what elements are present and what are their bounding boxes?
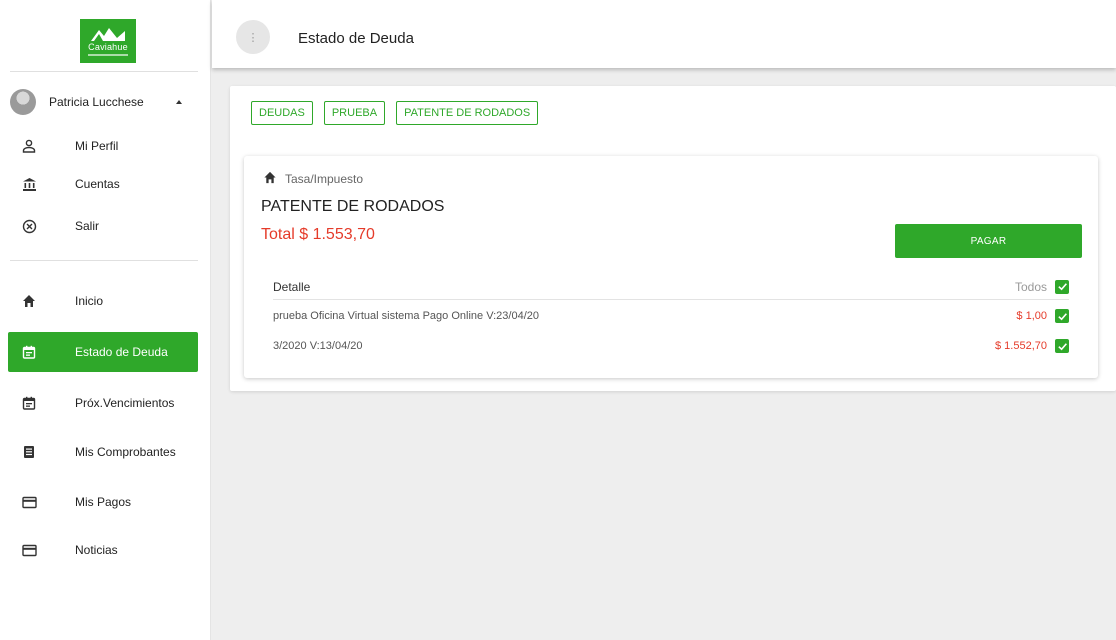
nav-item-label: Próx.Vencimientos [75, 396, 175, 410]
select-all-label: Todos [1014, 279, 1047, 294]
row-description: prueba Oficina Virtual sistema Pago Onli… [273, 310, 539, 322]
nav-item-label: Noticias [75, 543, 118, 557]
content-panel: DEUDAS PRUEBA PATENTE DE RODADOS Tasa/Im… [230, 86, 1116, 391]
home-icon [19, 294, 39, 308]
caviahue-logo: Caviahue [80, 19, 136, 63]
nav-item-label: Mis Pagos [75, 495, 132, 509]
table-row: prueba Oficina Virtual sistema Pago Onli… [273, 302, 1069, 330]
credit-card-icon [19, 544, 39, 557]
close-circle-icon [19, 219, 39, 234]
total-amount: Total $ 1.553,70 [261, 226, 375, 243]
chip-deudas[interactable]: DEUDAS [251, 101, 313, 125]
menu-item-salir[interactable]: Salir [8, 206, 198, 246]
avatar [10, 89, 36, 115]
row-checkbox[interactable] [1055, 309, 1069, 323]
calendar-icon [19, 396, 39, 410]
detail-table-header: Detalle Todos [273, 274, 1069, 300]
more-vert-icon: ⋮ [247, 31, 259, 44]
row-amount: $ 1,00 [1016, 310, 1047, 322]
row-description: 3/2020 V:13/04/20 [273, 340, 363, 352]
home-icon [263, 171, 277, 187]
breadcrumb: DEUDAS PRUEBA PATENTE DE RODADOS [251, 101, 539, 125]
check-icon [1057, 283, 1067, 291]
menu-item-mi-perfil[interactable]: Mi Perfil [8, 126, 198, 166]
debt-card: Tasa/Impuesto PATENTE DE RODADOS Total $… [244, 156, 1098, 378]
user-menu-toggle[interactable]: Patricia Lucchese [10, 88, 190, 116]
more-vert-button[interactable]: ⋮ [236, 20, 270, 54]
card-type-label: Tasa/Impuesto [285, 172, 364, 186]
check-icon [1057, 342, 1067, 350]
sidebar-divider [10, 71, 198, 72]
check-icon [1057, 312, 1067, 320]
card-header: Tasa/Impuesto [263, 171, 363, 187]
row-checkbox[interactable] [1055, 339, 1069, 353]
user-name: Patricia Lucchese [49, 95, 144, 109]
nav-item-mis-comprobantes[interactable]: Mis Comprobantes [8, 432, 198, 472]
table-row: 3/2020 V:13/04/20 $ 1.552,70 [273, 332, 1069, 360]
credit-card-icon [19, 496, 39, 509]
nav-item-label: Inicio [75, 294, 104, 308]
nav-item-prox-vencimientos[interactable]: Próx.Vencimientos [8, 383, 198, 423]
bank-icon [19, 177, 39, 192]
page-title: Estado de Deuda [298, 30, 414, 47]
nav-item-noticias[interactable]: Noticias [8, 530, 198, 570]
pay-button[interactable]: PAGAR [895, 224, 1082, 258]
sidebar: Caviahue Patricia Lucchese Mi Perfil Cue… [0, 0, 211, 640]
logo-tagline [88, 53, 128, 56]
calendar-icon [19, 345, 39, 359]
caret-up-icon [176, 100, 182, 104]
top-bar: ⋮ Estado de Deuda [212, 0, 1116, 68]
mountain-logo-icon [91, 27, 125, 41]
nav-item-inicio[interactable]: Inicio [8, 281, 198, 321]
nav-item-mis-pagos[interactable]: Mis Pagos [8, 482, 198, 522]
nav-item-label: Estado de Deuda [75, 345, 168, 359]
row-amount: $ 1.552,70 [995, 340, 1047, 352]
menu-item-label: Mi Perfil [75, 139, 119, 153]
menu-item-cuentas[interactable]: Cuentas [8, 164, 198, 204]
receipt-icon [19, 445, 39, 459]
menu-item-label: Salir [75, 219, 100, 233]
person-icon [19, 139, 39, 153]
nav-item-label: Mis Comprobantes [75, 445, 176, 459]
select-all-checkbox[interactable] [1055, 279, 1069, 294]
chip-patente-de-rodados[interactable]: PATENTE DE RODADOS [396, 101, 539, 125]
logo-text: Caviahue [88, 41, 128, 52]
detail-column-header: Detalle [273, 279, 311, 294]
nav-item-estado-de-deuda[interactable]: Estado de Deuda [8, 332, 198, 372]
chip-prueba[interactable]: PRUEBA [323, 101, 386, 125]
card-title: PATENTE DE RODADOS [261, 198, 445, 215]
menu-item-label: Cuentas [75, 177, 120, 191]
sidebar-divider [10, 260, 198, 261]
